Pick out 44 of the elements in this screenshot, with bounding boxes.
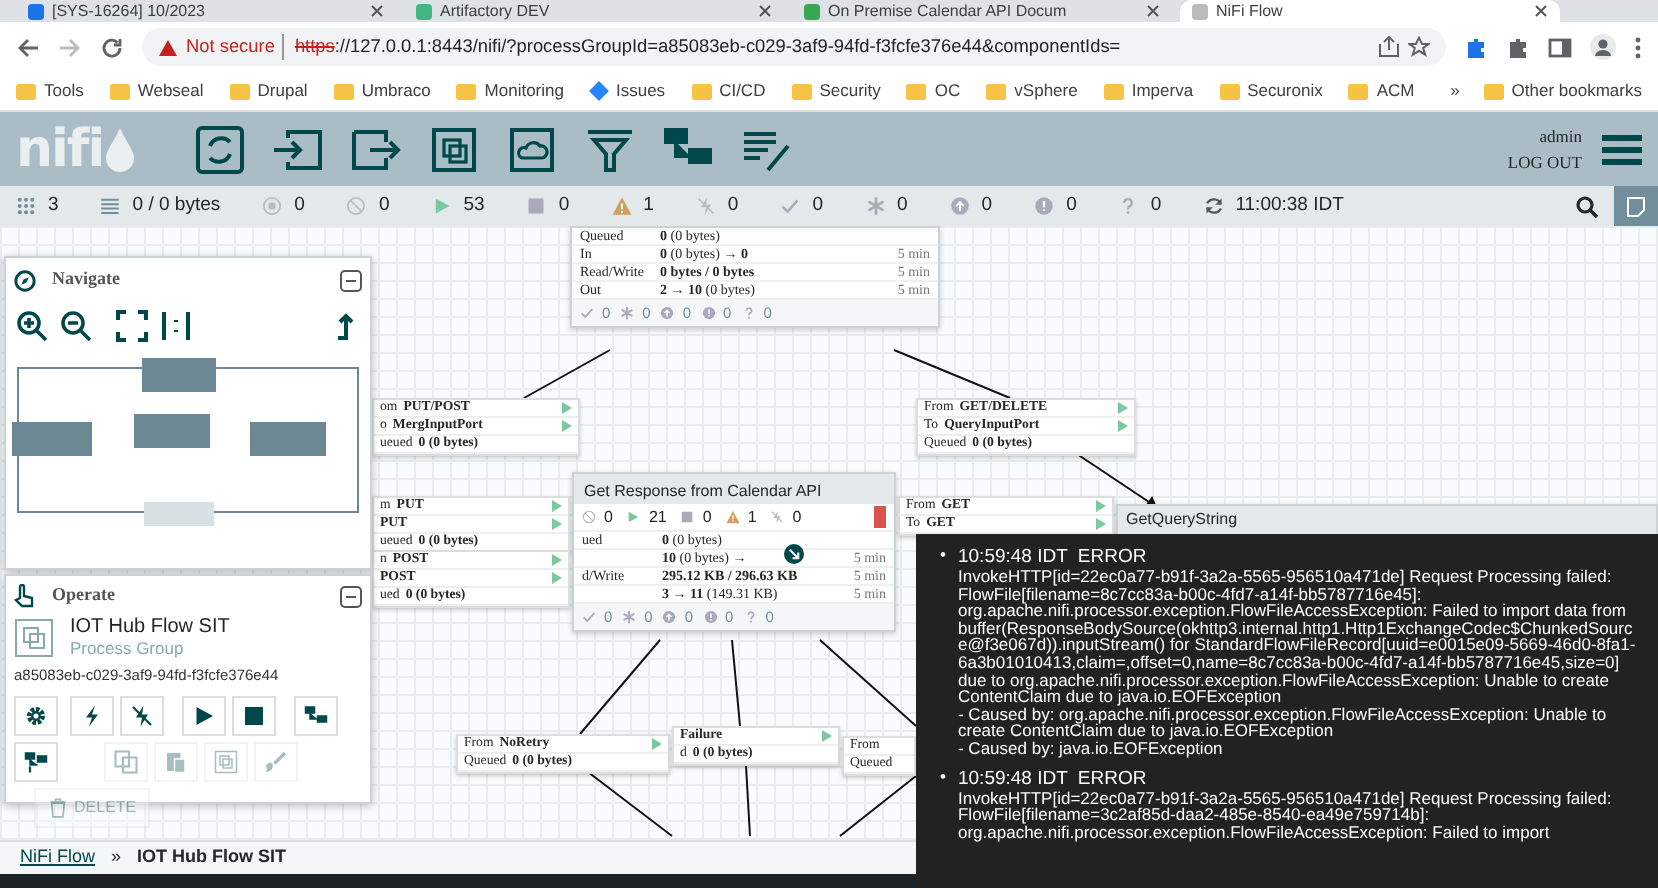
breadcrumb-separator: » [111, 844, 122, 871]
component-name: IOT Hub Flow SIT [70, 616, 230, 639]
group-count: 0 [792, 505, 802, 529]
status-count: 0 [727, 191, 739, 220]
username: admin [1537, 123, 1582, 149]
group-count: 21 [648, 505, 667, 529]
status-count: 3 [48, 191, 59, 220]
status-count: 0 [1150, 191, 1162, 220]
bullet-marker: • [940, 767, 946, 790]
tab-title: Artifactory DEV [440, 0, 552, 22]
nifi-logo: nifi [16, 123, 104, 175]
status-count: 0 [1066, 191, 1077, 220]
status-count: 0 [378, 191, 390, 220]
status-count: 0 [897, 191, 908, 220]
status-count: 0 [812, 191, 823, 220]
not-secure-label: Not secure [186, 33, 275, 60]
component-type: Process Group [70, 639, 186, 659]
bulletin-level: ERROR [1077, 767, 1147, 790]
tab-title: On Premise Calendar API Docum [828, 0, 1069, 22]
group-count: 1 [747, 505, 757, 529]
bulletin-time: 10:59:48 IDT [957, 767, 1068, 790]
bulletin-message: InvokeHTTP[id=22ec0a77-b91f-3a2a-5565-956510a471de] Request Processing failed: FlowFile[filename=3c2af85d-daa2-485e-8540-ea49e759714b]: org.apache.nifi.processor.exception.FlowFileAccessException: Failed to import [957, 789, 1614, 841]
group-count: 0 [604, 505, 613, 529]
url-text: https://127.0.0.1:8443/nifi/?processGroupId=a85083eb-c029-3af9-94fd-f3fcfe376e44&componentIds= [282, 33, 1121, 61]
status-count: 0 [558, 191, 570, 220]
status-count: 0 / 0 bytes [132, 191, 221, 220]
group-title: Get Response from Calendar API [574, 474, 894, 504]
bulletin-time: 10:59:48 IDT [957, 546, 1068, 568]
bulletin-level: ERROR [1077, 546, 1147, 568]
tab-title: NiFi Flow [1216, 0, 1285, 22]
tab-title: [SYS-16264] 10/2023 [52, 0, 208, 22]
status-count: 11:00:38 IDT [1235, 191, 1344, 220]
panel-title: Navigate [52, 266, 120, 293]
bulletin-message: - Caused by: org.apache.nifi.processor.exception.FlowFileAccessException: Unable to create ContentClaim due to java.io.EOFException [957, 705, 1609, 740]
status-count: 0 [981, 191, 993, 220]
bullet-marker: • [940, 546, 946, 568]
bulletin-message: InvokeHTTP[id=22ec0a77-b91f-3a2a-5565-956510a471de] Request Processing failed: FlowFile[filename=8c7cc83a-b00c-4fd7-a14f-bb5787716e45]: org.apache.nifi.processor.exception.FlowFileAccessException: Failed to import data from buffer(ResponseBodySource(okhttp3.internal.http1.Http1ExchangeCodec$ChunkedSource@f3e067d)).inputStream() for StandardFlowFileRecord[uuid=e0015e09-5669-46d0-8fa1-6a3b01010413,claim=,offset=0,name=8c7cc83a-b00c-4fd7-a14f-bb5787716e45,size=0] due to org.apache.nifi.processor.exception.FlowFileAccessException: Unable to create ContentClaim due to java.io.EOFException [957, 568, 1638, 706]
panel-title: Operate [52, 582, 115, 609]
processor-name: GetQueryString [1124, 508, 1240, 532]
group-count: 0 [702, 505, 712, 529]
status-count: 1 [643, 191, 654, 220]
status-count: 0 [294, 191, 305, 220]
status-count: 53 [463, 191, 485, 220]
bulletin-message: - Caused by: java.io.EOFException [957, 739, 1223, 758]
